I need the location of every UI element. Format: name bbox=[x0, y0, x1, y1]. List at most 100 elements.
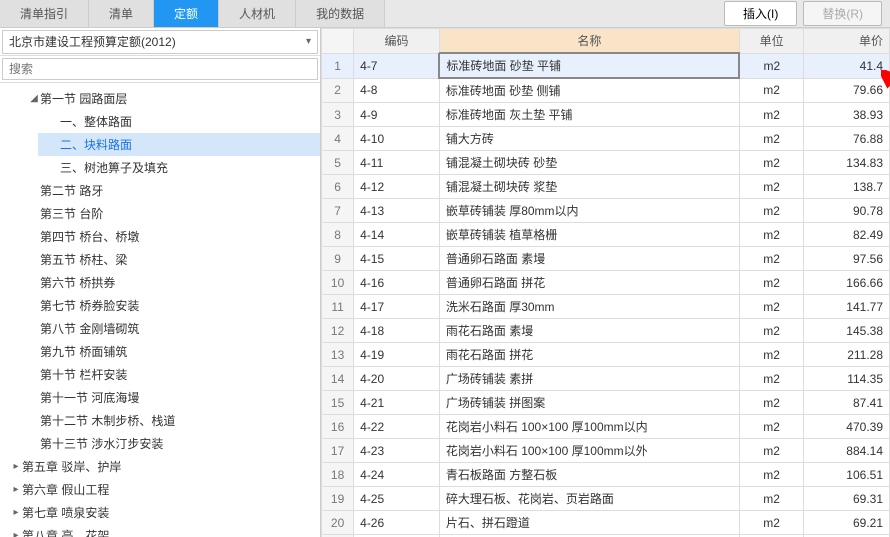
table-row[interactable]: 14-7标准砖地面 砂垫 平铺m241.4 bbox=[322, 53, 890, 78]
tree-section-1[interactable]: ◢第一节 园路面层 bbox=[18, 87, 320, 110]
cell-code[interactable]: 4-15 bbox=[354, 247, 440, 271]
cell-name[interactable]: 铺混凝土砌块砖 砂垫 bbox=[439, 151, 739, 175]
table-row[interactable]: 54-11铺混凝土砌块砖 砂垫m2134.83 bbox=[322, 151, 890, 175]
cell-price[interactable]: 76.88 bbox=[804, 127, 890, 151]
cell-name[interactable]: 雨花石路面 拼花 bbox=[439, 343, 739, 367]
table-row[interactable]: 124-18雨花石路面 素墁m2145.38 bbox=[322, 319, 890, 343]
tab-list[interactable]: 清单 bbox=[89, 0, 154, 27]
col-header-price[interactable]: 单价 bbox=[804, 29, 890, 54]
tree-item-1-3[interactable]: 三、树池箅子及填充 bbox=[38, 156, 320, 179]
cell-name[interactable]: 花岗岩小料石 100×100 厚100mm以内 bbox=[439, 415, 739, 439]
tree-section-3[interactable]: 第三节 台阶 bbox=[18, 202, 320, 225]
cell-code[interactable]: 4-17 bbox=[354, 295, 440, 319]
cell-unit[interactable]: m2 bbox=[739, 367, 803, 391]
cell-code[interactable]: 4-14 bbox=[354, 223, 440, 247]
tab-list-guide[interactable]: 清单指引 bbox=[0, 0, 89, 27]
cell-code[interactable]: 4-11 bbox=[354, 151, 440, 175]
cell-price[interactable]: 166.66 bbox=[804, 271, 890, 295]
tree-section-7[interactable]: 第七节 桥券脸安装 bbox=[18, 294, 320, 317]
cell-price[interactable]: 87.41 bbox=[804, 391, 890, 415]
cell-name[interactable]: 洗米石路面 厚30mm bbox=[439, 295, 739, 319]
cell-unit[interactable]: m2 bbox=[739, 343, 803, 367]
tree-section-6[interactable]: 第六节 桥拱券 bbox=[18, 271, 320, 294]
search-input[interactable] bbox=[2, 58, 318, 80]
cell-name[interactable]: 嵌草砖铺装 植草格栅 bbox=[439, 223, 739, 247]
table-row[interactable]: 164-22花岗岩小料石 100×100 厚100mm以内m2470.39 bbox=[322, 415, 890, 439]
cell-code[interactable]: 4-12 bbox=[354, 175, 440, 199]
cell-code[interactable]: 4-7 bbox=[354, 53, 440, 78]
cell-name[interactable]: 嵌草砖铺装 厚80mm以内 bbox=[439, 199, 739, 223]
cell-name[interactable]: 碎大理石板、花岗岩、页岩路面 bbox=[439, 487, 739, 511]
cell-name[interactable]: 广场砖铺装 拼图案 bbox=[439, 391, 739, 415]
table-row[interactable]: 104-16普通卵石路面 拼花m2166.66 bbox=[322, 271, 890, 295]
cell-name[interactable]: 片石、拼石蹬道 bbox=[439, 511, 739, 535]
cell-price[interactable]: 138.7 bbox=[804, 175, 890, 199]
tree-section-4[interactable]: 第四节 桥台、桥墩 bbox=[18, 225, 320, 248]
tab-rencaiji[interactable]: 人材机 bbox=[219, 0, 296, 27]
table-row[interactable]: 74-13嵌草砖铺装 厚80mm以内m290.78 bbox=[322, 199, 890, 223]
cell-unit[interactable]: m2 bbox=[739, 127, 803, 151]
cell-code[interactable]: 4-8 bbox=[354, 78, 440, 103]
cell-unit[interactable]: m2 bbox=[739, 103, 803, 127]
cell-name[interactable]: 标准砖地面 砂垫 侧铺 bbox=[439, 78, 739, 103]
cell-price[interactable]: 211.28 bbox=[804, 343, 890, 367]
tree-section-9[interactable]: 第九节 桥面铺筑 bbox=[18, 340, 320, 363]
insert-button[interactable]: 插入(I) bbox=[724, 1, 797, 26]
cell-name[interactable]: 雨花石路面 素墁 bbox=[439, 319, 739, 343]
tree-chapter-5[interactable]: ▸第五章 驳岸、护岸 bbox=[0, 455, 320, 478]
cell-price[interactable]: 90.78 bbox=[804, 199, 890, 223]
cell-code[interactable]: 4-26 bbox=[354, 511, 440, 535]
table-row[interactable]: 34-9标准砖地面 灰土垫 平铺m238.93 bbox=[322, 103, 890, 127]
tree-chapter-6[interactable]: ▸第六章 假山工程 bbox=[0, 478, 320, 501]
col-header-name[interactable]: 名称 bbox=[439, 29, 739, 54]
table-row[interactable]: 184-24青石板路面 方整石板m2106.51 bbox=[322, 463, 890, 487]
cell-code[interactable]: 4-24 bbox=[354, 463, 440, 487]
tab-quota[interactable]: 定额 bbox=[154, 0, 219, 27]
cell-name[interactable]: 青石板路面 方整石板 bbox=[439, 463, 739, 487]
cell-price[interactable]: 82.49 bbox=[804, 223, 890, 247]
cell-unit[interactable]: m2 bbox=[739, 391, 803, 415]
cell-price[interactable]: 69.21 bbox=[804, 511, 890, 535]
tree-section-8[interactable]: 第八节 金刚墙砌筑 bbox=[18, 317, 320, 340]
cell-code[interactable]: 4-19 bbox=[354, 343, 440, 367]
cell-unit[interactable]: m2 bbox=[739, 53, 803, 78]
cell-price[interactable]: 97.56 bbox=[804, 247, 890, 271]
cell-price[interactable]: 79.66 bbox=[804, 78, 890, 103]
table-row[interactable]: 204-26片石、拼石蹬道m269.21 bbox=[322, 511, 890, 535]
cell-unit[interactable]: m2 bbox=[739, 78, 803, 103]
table-row[interactable]: 64-12铺混凝土砌块砖 浆垫m2138.7 bbox=[322, 175, 890, 199]
tree-section-5[interactable]: 第五节 桥柱、梁 bbox=[18, 248, 320, 271]
quota-book-dropdown[interactable]: 北京市建设工程预算定额(2012) ▾ bbox=[2, 30, 318, 54]
col-header-code[interactable]: 编码 bbox=[354, 29, 440, 54]
cell-price[interactable]: 134.83 bbox=[804, 151, 890, 175]
cell-unit[interactable]: m2 bbox=[739, 247, 803, 271]
cell-unit[interactable]: m2 bbox=[739, 151, 803, 175]
cell-price[interactable]: 106.51 bbox=[804, 463, 890, 487]
cell-price[interactable]: 145.38 bbox=[804, 319, 890, 343]
cell-code[interactable]: 4-22 bbox=[354, 415, 440, 439]
cell-name[interactable]: 普通卵石路面 拼花 bbox=[439, 271, 739, 295]
cell-unit[interactable]: m2 bbox=[739, 223, 803, 247]
cell-code[interactable]: 4-18 bbox=[354, 319, 440, 343]
cell-code[interactable]: 4-23 bbox=[354, 439, 440, 463]
col-header-unit[interactable]: 单位 bbox=[739, 29, 803, 54]
tree-section-10[interactable]: 第十节 栏杆安装 bbox=[18, 363, 320, 386]
tree-item-1-2[interactable]: 二、块料路面 bbox=[38, 133, 320, 156]
cell-price[interactable]: 141.77 bbox=[804, 295, 890, 319]
table-row[interactable]: 154-21广场砖铺装 拼图案m287.41 bbox=[322, 391, 890, 415]
tree-chapter-7[interactable]: ▸第七章 喷泉安装 bbox=[0, 501, 320, 524]
table-row[interactable]: 44-10铺大方砖m276.88 bbox=[322, 127, 890, 151]
data-table-wrap[interactable]: 编码 名称 单位 单价 14-7标准砖地面 砂垫 平铺m241.424-8标准砖… bbox=[321, 28, 890, 537]
cell-price[interactable]: 884.14 bbox=[804, 439, 890, 463]
table-row[interactable]: 24-8标准砖地面 砂垫 侧铺m279.66 bbox=[322, 78, 890, 103]
col-header-rownum[interactable] bbox=[322, 29, 354, 54]
cell-price[interactable]: 69.31 bbox=[804, 487, 890, 511]
table-row[interactable]: 84-14嵌草砖铺装 植草格栅m282.49 bbox=[322, 223, 890, 247]
cell-unit[interactable]: m2 bbox=[739, 295, 803, 319]
tree-section-12[interactable]: 第十二节 木制步桥、栈道 bbox=[18, 409, 320, 432]
tree-section-13[interactable]: 第十三节 涉水汀步安装 bbox=[18, 432, 320, 455]
table-row[interactable]: 134-19雨花石路面 拼花m2211.28 bbox=[322, 343, 890, 367]
cell-code[interactable]: 4-25 bbox=[354, 487, 440, 511]
cell-price[interactable]: 470.39 bbox=[804, 415, 890, 439]
cell-price[interactable]: 114.35 bbox=[804, 367, 890, 391]
